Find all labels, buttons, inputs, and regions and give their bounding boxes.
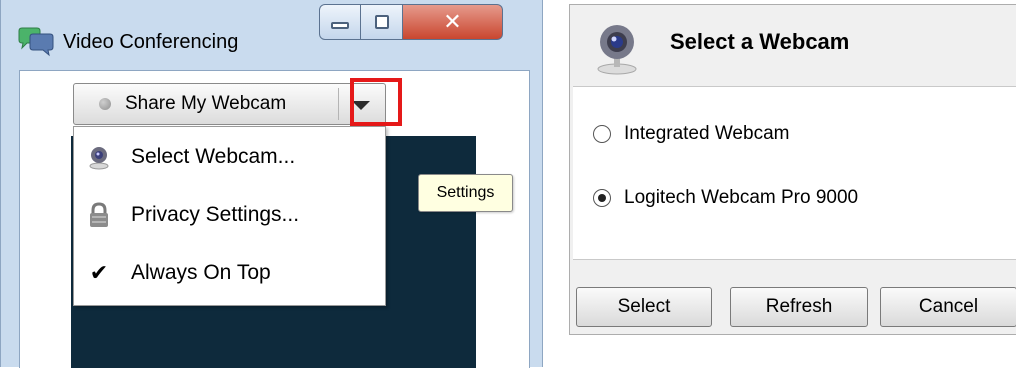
checkmark-icon: ✔	[89, 260, 109, 286]
chat-bubbles-icon	[17, 27, 55, 57]
maximize-button[interactable]	[361, 4, 403, 40]
settings-tooltip: Settings	[418, 174, 513, 212]
lock-icon	[86, 202, 112, 228]
menu-item-label: Always On Top	[131, 261, 271, 284]
share-webcam-button[interactable]: Share My Webcam	[73, 83, 386, 125]
menu-item-privacy-settings[interactable]: Privacy Settings...	[74, 195, 385, 235]
webcam-icon	[86, 144, 112, 170]
option-integrated-webcam[interactable]: Integrated Webcam	[593, 123, 789, 145]
title-bar: Video Conferencing	[17, 27, 238, 57]
status-dot-icon	[99, 98, 111, 110]
close-button[interactable]: ✕	[403, 4, 503, 40]
option-logitech-webcam[interactable]: Logitech Webcam Pro 9000	[593, 187, 858, 209]
dialog-header: Select a Webcam	[570, 5, 1016, 86]
option-label: Integrated Webcam	[624, 123, 790, 144]
close-icon: ✕	[443, 9, 462, 35]
button-divider	[338, 88, 339, 120]
refresh-button[interactable]: Refresh	[730, 287, 868, 327]
radio-button[interactable]	[593, 125, 611, 143]
select-webcam-dialog: Select a Webcam Integrated Webcam Logite…	[569, 4, 1016, 335]
caption-buttons: ✕	[319, 4, 503, 40]
window-title: Video Conferencing	[63, 30, 239, 53]
menu-item-always-on-top[interactable]: ✔ Always On Top	[74, 253, 385, 293]
cancel-button[interactable]: Cancel	[880, 287, 1016, 327]
select-button[interactable]: Select	[576, 287, 712, 327]
dialog-title: Select a Webcam	[670, 29, 850, 54]
menu-item-select-webcam[interactable]: Select Webcam...	[74, 137, 385, 177]
minimize-icon	[331, 21, 349, 29]
minimize-button[interactable]	[319, 4, 361, 40]
menu-item-label: Select Webcam...	[131, 145, 296, 168]
share-webcam-label: Share My Webcam	[125, 93, 287, 114]
settings-menu: Select Webcam... Privacy Settings... ✔ A…	[73, 126, 386, 306]
option-label: Logitech Webcam Pro 9000	[624, 187, 859, 208]
radio-button-selected[interactable]	[593, 189, 611, 207]
webcam-icon	[595, 23, 639, 75]
menu-item-label: Privacy Settings...	[131, 203, 300, 226]
video-conferencing-window: Video Conferencing ✕ Share My Webcam Sel…	[0, 0, 543, 368]
window-client-area: Share My Webcam Select Webcam... Privacy…	[19, 70, 530, 368]
maximize-icon	[374, 15, 389, 29]
settings-highlight-box	[350, 78, 402, 126]
webcam-options-list: Integrated Webcam Logitech Webcam Pro 90…	[573, 86, 1016, 260]
